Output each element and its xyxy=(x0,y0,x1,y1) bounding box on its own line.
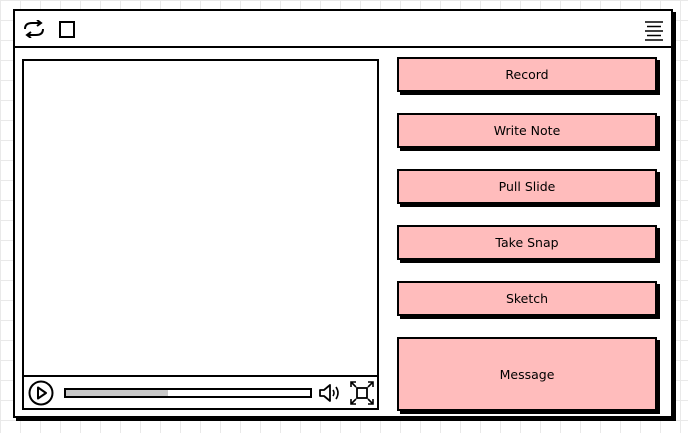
hamburger-menu-icon[interactable] xyxy=(643,20,665,42)
play-icon[interactable] xyxy=(28,380,54,406)
progress-bar[interactable] xyxy=(64,388,312,398)
pull-slide-button[interactable]: Pull Slide xyxy=(397,169,657,204)
message-button[interactable]: Message xyxy=(397,337,657,411)
fullscreen-icon[interactable] xyxy=(350,381,374,405)
stop-icon[interactable] xyxy=(59,21,75,38)
volume-icon[interactable] xyxy=(318,382,344,404)
take-snap-button[interactable]: Take Snap xyxy=(397,225,657,260)
app-window: Record Write Note Pull Slide Take Snap S… xyxy=(13,9,673,418)
progress-fill xyxy=(66,390,169,396)
video-player[interactable] xyxy=(22,59,379,410)
write-note-button[interactable]: Write Note xyxy=(397,113,657,148)
sketch-button[interactable]: Sketch xyxy=(397,281,657,316)
refresh-icon[interactable] xyxy=(22,20,46,38)
video-controls xyxy=(24,375,377,408)
title-bar xyxy=(15,11,671,48)
record-button[interactable]: Record xyxy=(397,57,657,92)
